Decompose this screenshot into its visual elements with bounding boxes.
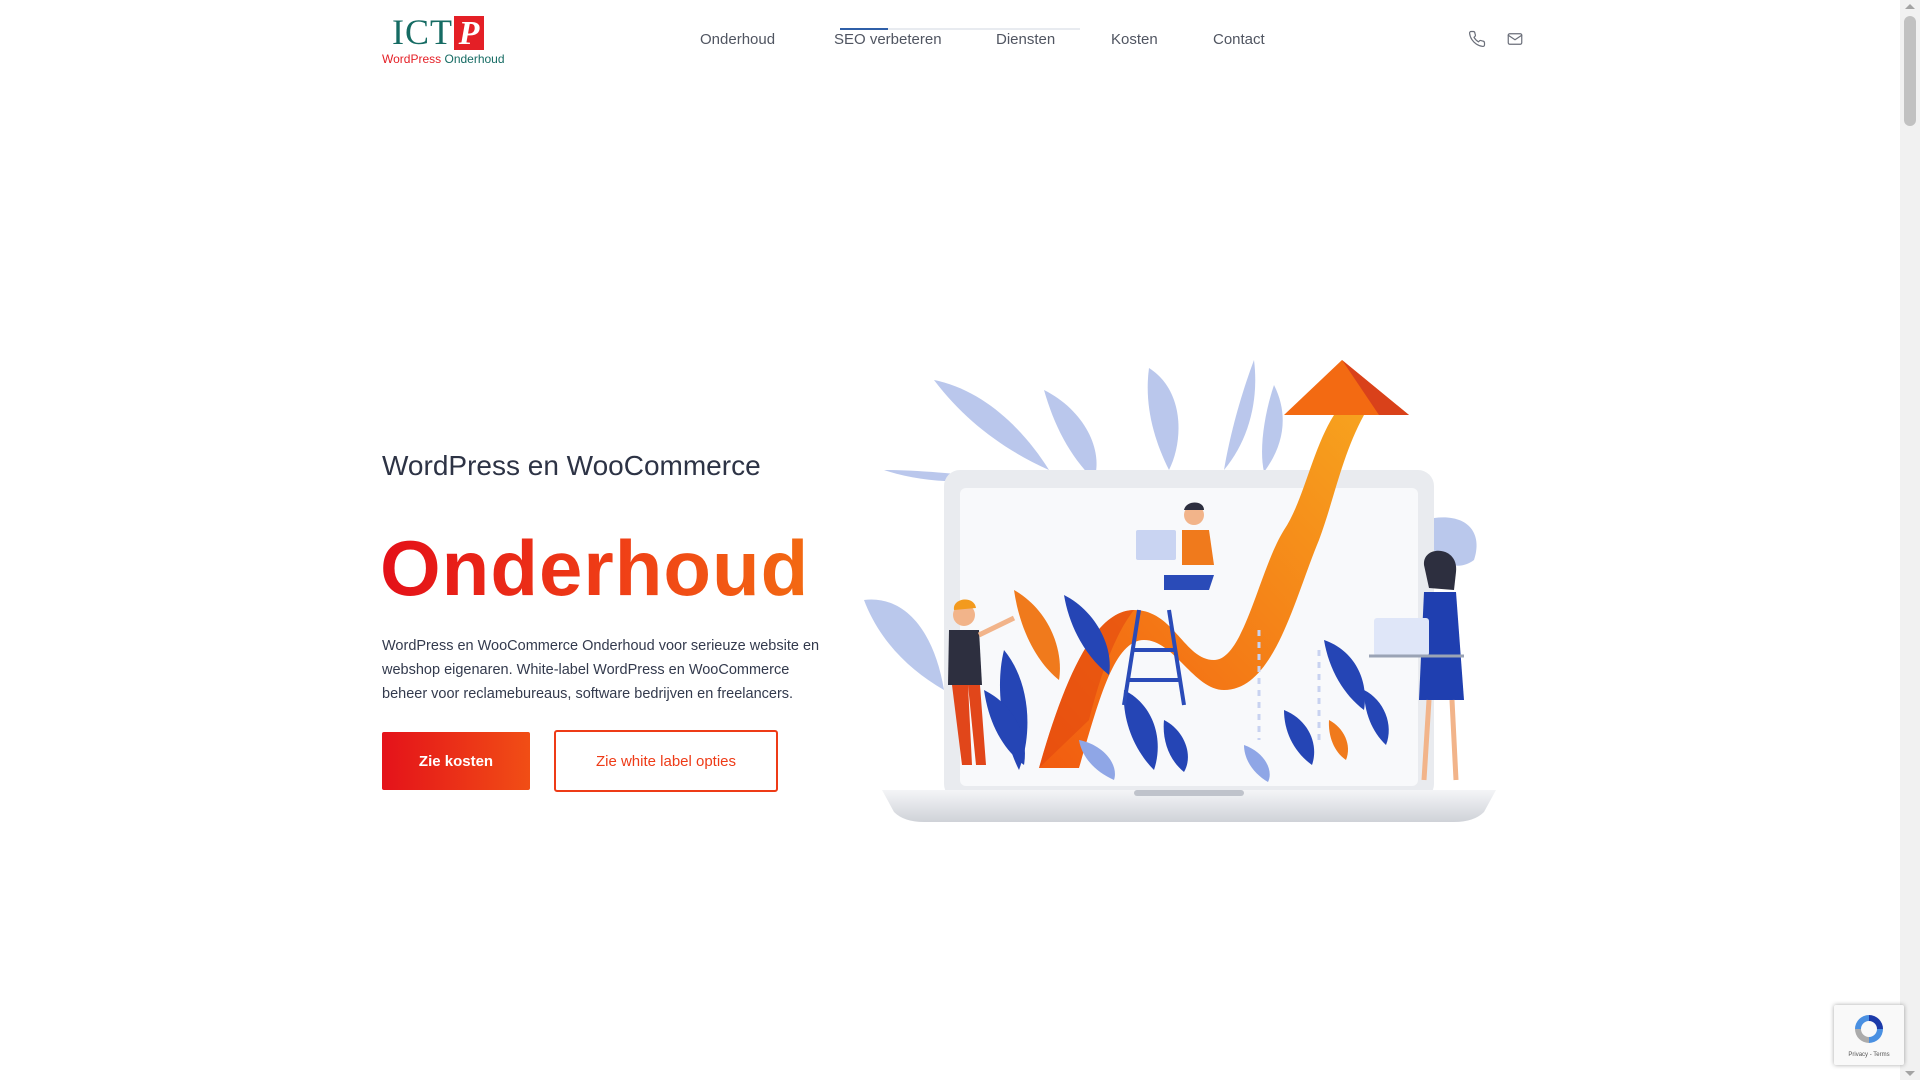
hero-pretitle: WordPress en WooCommerce: [382, 450, 761, 481]
logo-sub-wordpress: WordPress: [382, 52, 442, 66]
nav-item-contact[interactable]: Contact: [1213, 28, 1265, 52]
phone-icon[interactable]: [1468, 30, 1486, 48]
nav-item-seo-verbeteren[interactable]: SEO verbeteren: [834, 28, 942, 52]
nav-item-onderhoud[interactable]: Onderhoud: [700, 28, 775, 52]
logo-subtitle: WordPress Onderhoud: [382, 52, 505, 66]
main-nav: Onderhoud SEO verbeteren Diensten Kosten…: [0, 28, 1900, 52]
scroll-down-icon[interactable]: [1905, 1071, 1915, 1076]
hero-illustration: [864, 360, 1526, 830]
zie-kosten-button[interactable]: Zie kosten: [382, 732, 530, 790]
white-label-button[interactable]: Zie white label opties: [554, 730, 778, 792]
nav-item-diensten[interactable]: Diensten: [996, 28, 1055, 52]
recaptcha-links[interactable]: Privacy - Terms: [1834, 1052, 1904, 1058]
nav-item-kosten[interactable]: Kosten: [1111, 28, 1158, 52]
hero-description: WordPress en WooCommerce Onderhoud voor …: [382, 638, 820, 702]
scroll-up-icon[interactable]: [1905, 4, 1915, 9]
scroll-thumb[interactable]: [1904, 16, 1916, 126]
mail-icon[interactable]: [1506, 30, 1524, 48]
logo-sub-onderhoud: Onderhoud: [444, 52, 505, 66]
recaptcha-badge[interactable]: Privacy - Terms: [1834, 1005, 1904, 1065]
recaptcha-icon: [1851, 1011, 1887, 1047]
hero-title: Onderhoud: [380, 520, 809, 616]
page-scrollbar[interactable]: [1900, 0, 1920, 1080]
site-header: ICT P WordPress Onderhoud Onderhoud SEO v…: [0, 0, 1900, 80]
